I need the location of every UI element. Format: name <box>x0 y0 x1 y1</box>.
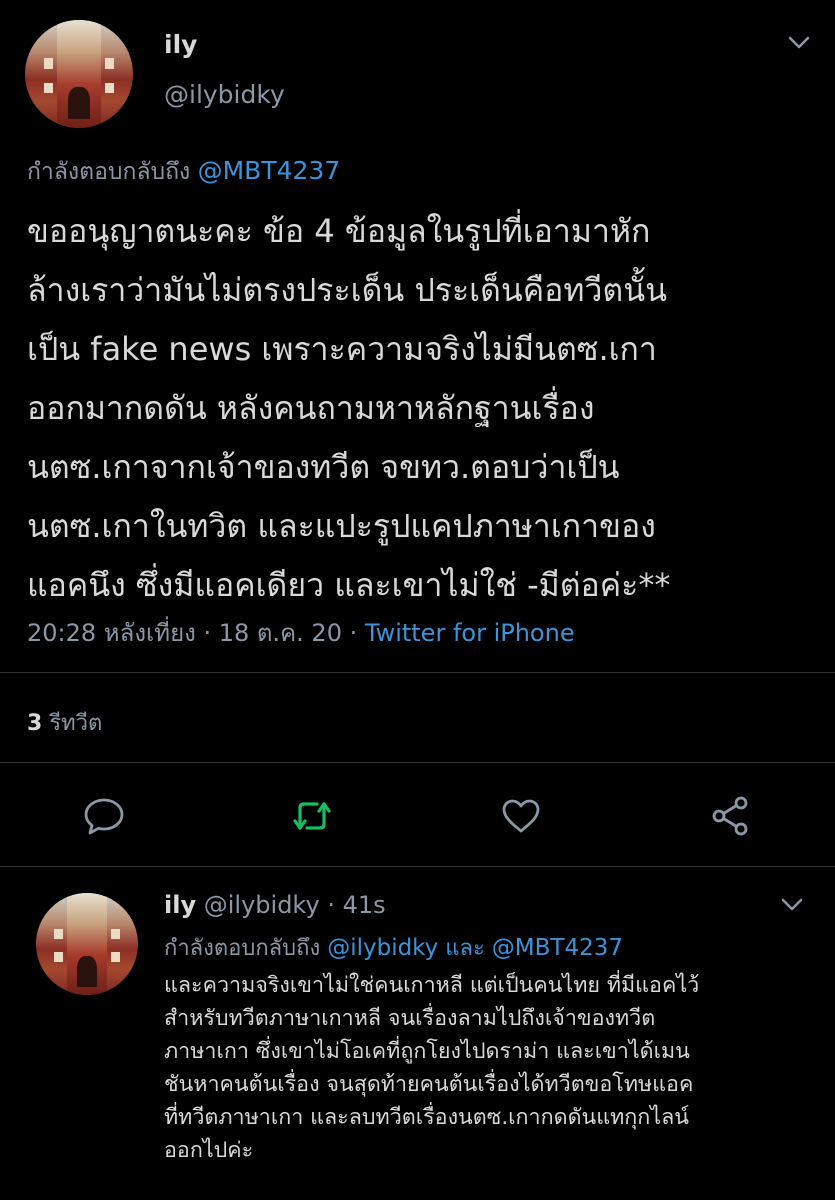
tweet-text: และความจริงเขาไม่ใช่คนเกาหลี แต่เป็นคนไท… <box>164 973 700 1163</box>
replying-to-prefix: กำลังตอบกลับถึง <box>164 936 321 961</box>
chevron-down-icon[interactable] <box>786 34 812 52</box>
replying-to: กำลังตอบกลับถึง @MBT4237 <box>27 154 340 190</box>
display-name[interactable]: ily <box>164 30 197 59</box>
divider <box>0 672 835 673</box>
reply-header: ily @ilybidky · 41s <box>164 891 386 919</box>
divider <box>0 866 835 867</box>
avatar[interactable] <box>36 893 138 995</box>
avatar[interactable] <box>25 20 133 128</box>
reply-icon[interactable] <box>82 794 126 838</box>
replying-to-prefix: กำลังตอบกลับถึง <box>27 159 191 185</box>
mention-link[interactable]: @ilybidky <box>327 935 438 961</box>
divider <box>0 762 835 763</box>
retweet-stats[interactable]: 3 รีทวีต <box>27 705 102 740</box>
heart-icon[interactable] <box>499 794 543 838</box>
tweet-timestamp: 20:28 หลังเที่ยง · 18 ต.ค. 20 · Twitter … <box>27 613 575 652</box>
mention-link[interactable]: @MBT4237 <box>492 935 623 961</box>
timestamp[interactable]: 20:28 หลังเที่ยง · 18 ต.ค. 20 · <box>27 619 357 647</box>
retweet-icon[interactable] <box>290 794 334 838</box>
mention-link[interactable]: @MBT4237 <box>198 156 341 185</box>
source-link[interactable]: Twitter for iPhone <box>365 619 575 647</box>
tweet-time[interactable]: · 41s <box>327 891 385 919</box>
user-handle[interactable]: @ilybidky <box>204 891 320 919</box>
display-name[interactable]: ily <box>164 891 196 919</box>
user-handle[interactable]: @ilybidky <box>164 80 285 109</box>
retweet-count: 3 <box>27 711 43 736</box>
replying-and: และ <box>445 936 485 961</box>
tweet-text: ขออนุญาตนะคะ ข้อ 4 ข้อมูลในรูปที่เอามาหั… <box>27 212 671 604</box>
replying-to: กำลังตอบกลับถึง @ilybidky และ @MBT4237 <box>164 930 623 965</box>
share-icon[interactable] <box>708 794 752 838</box>
chevron-down-icon[interactable] <box>779 896 805 914</box>
retweet-label: รีทวีต <box>49 711 103 736</box>
